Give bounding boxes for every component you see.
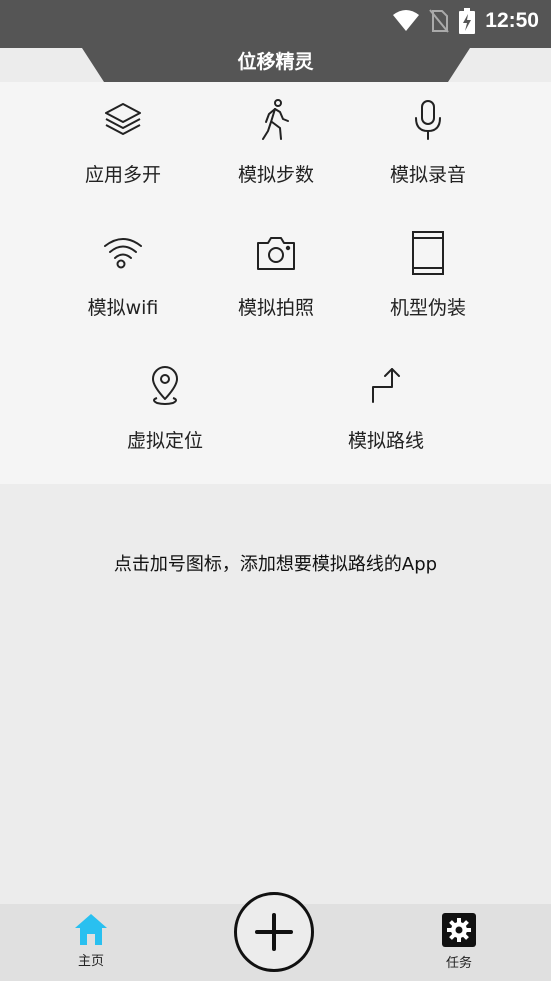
feature-label: 模拟录音 — [389, 164, 466, 186]
feature-simulate-wifi[interactable]: 模拟wifi — [53, 215, 193, 325]
nav-home[interactable]: 主页 — [51, 912, 131, 969]
status-bar: 12:50 — [0, 0, 551, 48]
empty-hint-text: 点击加号图标，添加想要模拟路线的App — [113, 554, 438, 575]
route-arrow-icon — [372, 368, 400, 403]
feature-label: 模拟步数 — [237, 164, 314, 186]
layers-icon — [105, 103, 141, 135]
add-app-button[interactable] — [234, 892, 314, 972]
nav-home-label: 主页 — [77, 954, 104, 969]
feature-virtual-location[interactable]: 虚拟定位 — [95, 348, 235, 458]
app-title: 位移精灵 — [237, 51, 314, 73]
feature-label: 模拟路线 — [347, 430, 424, 452]
gear-icon — [442, 913, 476, 947]
feature-simulate-route[interactable]: 模拟路线 — [316, 348, 456, 458]
phone-device-icon — [412, 231, 444, 275]
feature-label: 应用多开 — [84, 164, 161, 186]
status-icons: 12:50 — [393, 6, 539, 36]
feature-multi-app[interactable]: 应用多开 — [53, 82, 193, 192]
status-time: 12:50 — [485, 9, 539, 32]
feature-device-disguise[interactable]: 机型伪装 — [358, 215, 498, 325]
feature-simulate-recording[interactable]: 模拟录音 — [358, 82, 498, 192]
home-icon — [75, 914, 107, 945]
feature-label: 模拟拍照 — [237, 297, 314, 319]
battery-charging-icon — [459, 8, 476, 34]
feature-label: 模拟wifi — [87, 297, 159, 319]
walking-person-icon — [262, 99, 289, 140]
nav-tasks[interactable]: 任务 — [419, 912, 499, 971]
feature-label: 虚拟定位 — [126, 430, 203, 452]
feature-panel: 应用多开 模拟步数 模拟录音 模拟wifi 模拟拍照 机型伪装 虚拟定位 模拟路… — [0, 82, 551, 484]
no-sim-icon — [429, 9, 450, 33]
camera-icon — [257, 237, 295, 270]
nav-tasks-label: 任务 — [445, 956, 472, 971]
location-pin-icon — [152, 366, 178, 405]
feature-label: 机型伪装 — [389, 297, 466, 319]
wifi-icon — [104, 238, 142, 269]
feature-simulate-photo[interactable]: 模拟拍照 — [206, 215, 346, 325]
plus-icon — [255, 913, 293, 951]
feature-simulate-steps[interactable]: 模拟步数 — [206, 82, 346, 192]
microphone-icon — [415, 100, 441, 140]
wifi-signal-icon — [393, 10, 420, 31]
